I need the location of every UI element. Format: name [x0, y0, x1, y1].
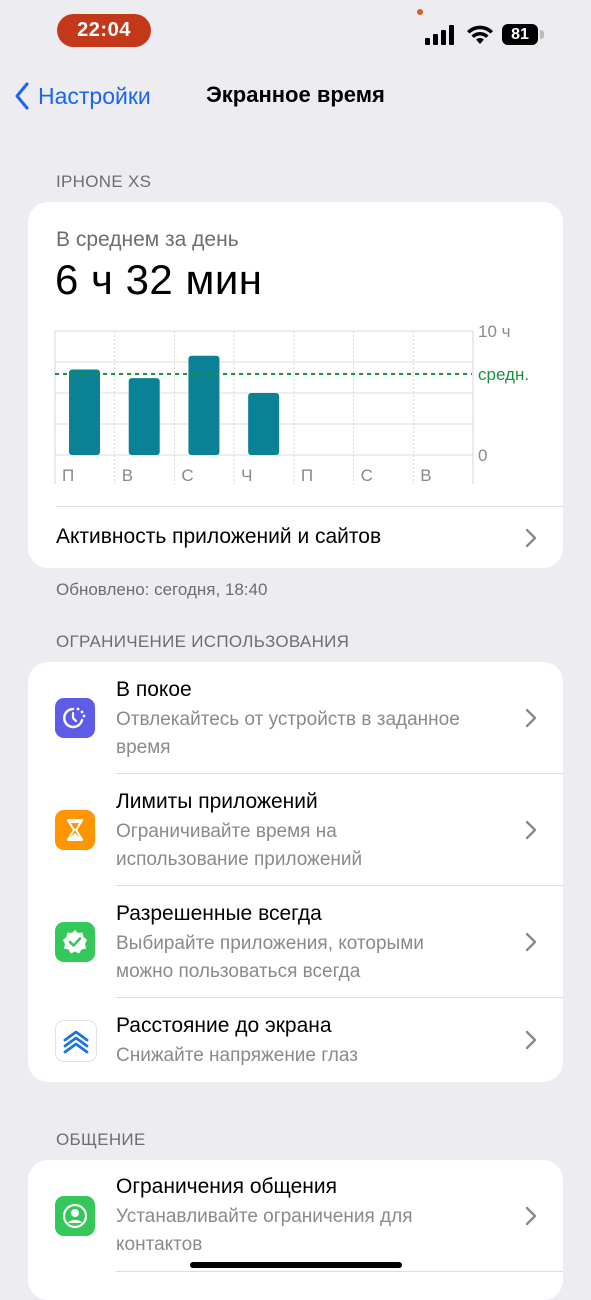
- chart-bar: [188, 355, 220, 455]
- device-section-header: IPHONE XS: [56, 172, 152, 191]
- chart-x-tick-label: В: [420, 466, 431, 485]
- communication-card: Ограничения общения Устанавливайте огран…: [28, 1160, 563, 1300]
- limits-card: В покое Отвлекайтесь от устройств в зада…: [28, 662, 563, 1082]
- chevron-right-icon: [525, 528, 537, 548]
- screen-distance-title: Расстояние до экрана: [116, 1014, 332, 1037]
- always-allowed-title: Разрешенные всегда: [116, 902, 322, 925]
- battery-tip: [540, 30, 544, 39]
- always-allowed-subtitle: Выбирайте приложения, которыми можно пол…: [116, 933, 424, 982]
- chart-x-tick-label: Ч: [241, 466, 252, 485]
- app-limits-subtitle: Ограничивайте время на использование при…: [116, 821, 363, 870]
- chart-x-tick-label: П: [62, 466, 74, 485]
- wifi-icon: [467, 25, 493, 44]
- screen-distance-subtitle: Снижайте напряжение глаз: [116, 1045, 358, 1066]
- divider: [116, 1271, 563, 1272]
- back-label: Настройки: [38, 82, 151, 109]
- chevron-right-icon: [525, 932, 537, 952]
- communication-limits-row[interactable]: Ограничения общения Устанавливайте огран…: [28, 1160, 563, 1271]
- chart-y-tick-label: 10 ч: [478, 322, 511, 341]
- checkmark-seal-icon: [55, 922, 95, 962]
- usage-summary-card: В среднем за день 6 ч 32 мин П В С Ч П С В 10 ч…: [28, 202, 563, 568]
- updated-timestamp: Обновлено: сегодня, 18:40: [56, 580, 268, 599]
- chevron-right-icon: [525, 1206, 537, 1226]
- activity-row[interactable]: Активность приложений и сайтов: [28, 507, 563, 568]
- chart-bar: [128, 378, 160, 455]
- battery-level: 81: [511, 25, 529, 43]
- communication-limits-subtitle: Устанавливайте ограничения для контактов: [116, 1206, 413, 1255]
- chart-bar: [248, 393, 280, 455]
- chevron-right-icon: [525, 708, 537, 728]
- chevron-right-icon: [525, 820, 537, 840]
- app-limits-row[interactable]: Лимиты приложений Ограничивайте время на…: [28, 774, 563, 885]
- downtime-subtitle: Отвлекайтесь от устройств в заданное вре…: [116, 709, 460, 758]
- activity-link-label: Активность приложений и сайтов: [56, 525, 382, 548]
- chart-x-tick-label: В: [122, 466, 133, 485]
- weekly-usage-chart[interactable]: П В С Ч П С В 10 ч 0 средн.: [28, 202, 563, 502]
- recording-indicator: [417, 9, 423, 15]
- chevron-left-icon: [15, 82, 29, 110]
- chart-x-tick-label: П: [301, 466, 313, 485]
- back-button[interactable]: Настройки: [14, 80, 151, 112]
- chart-x-tick-label: С: [181, 466, 193, 485]
- chevron-right-icon: [525, 1030, 537, 1050]
- home-indicator[interactable]: [190, 1262, 402, 1268]
- hourglass-icon: [55, 810, 95, 850]
- chart-bar: [69, 369, 100, 455]
- communication-section-header: ОБЩЕНИЕ: [56, 1130, 146, 1149]
- status-time: 22:04: [57, 14, 151, 47]
- limits-section-header: ОГРАНИЧЕНИЕ ИСПОЛЬЗОВАНИЯ: [56, 632, 350, 651]
- cellular-signal-icon: [425, 25, 454, 45]
- battery-icon: 81: [502, 24, 538, 45]
- communication-limits-title: Ограничения общения: [116, 1175, 337, 1198]
- downtime-icon: [55, 698, 95, 738]
- downtime-title: В покое: [116, 678, 192, 701]
- always-allowed-row[interactable]: Разрешенные всегда Выбирайте приложения,…: [28, 886, 563, 997]
- chart-x-tick-label: С: [361, 466, 373, 485]
- chart-average-label: средн.: [478, 365, 529, 384]
- downtime-row[interactable]: В покое Отвлекайтесь от устройств в зада…: [28, 662, 563, 773]
- chart-y-tick-label: 0: [478, 446, 487, 465]
- app-limits-title: Лимиты приложений: [116, 790, 318, 813]
- screen-distance-row[interactable]: Расстояние до экрана Снижайте напряжение…: [28, 998, 563, 1082]
- chevrons-up-icon: [55, 1020, 97, 1062]
- contact-icon: [55, 1196, 95, 1236]
